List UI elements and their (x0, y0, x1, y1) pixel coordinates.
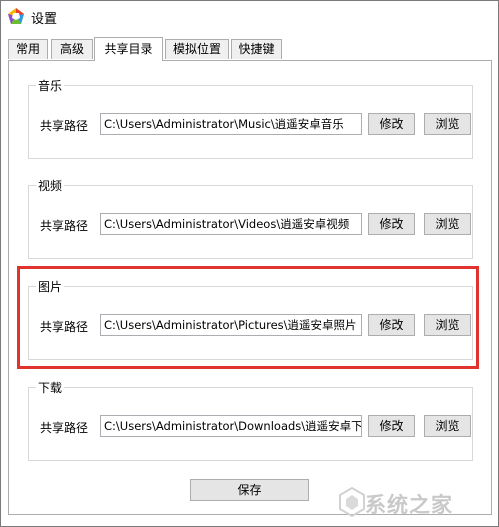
tab-advanced[interactable]: 高级 (51, 39, 93, 59)
tab-shared-directories[interactable]: 共享目录 (94, 37, 163, 61)
settings-window: 设置 常用 高级 共享目录 模拟位置 快捷键 音乐 共享路径 C:\Users\… (0, 0, 499, 527)
group-title-downloads: 下载 (36, 379, 65, 396)
app-logo-icon (8, 8, 24, 24)
title-bar: 设置 (1, 1, 498, 31)
site-watermark: 系统之家 (339, 483, 497, 525)
shared-path-label: 共享路径 (40, 421, 89, 435)
music-group: 音乐 共享路径 C:\Users\Administrator\Music\逍遥安… (28, 77, 473, 159)
videos-browse-button[interactable]: 浏览 (424, 213, 471, 235)
watermark-logo-icon (339, 487, 365, 517)
tab-shortcuts[interactable]: 快捷键 (231, 39, 282, 59)
music-browse-button[interactable]: 浏览 (424, 113, 471, 135)
videos-group: 视频 共享路径 C:\Users\Administrator\Videos\逍遥… (28, 177, 473, 259)
videos-path-input[interactable]: C:\Users\Administrator\Videos\逍遥安卓视频 (100, 213, 362, 235)
window-title: 设置 (31, 12, 58, 27)
tab-general[interactable]: 常用 (8, 39, 48, 59)
tab-simulated-location[interactable]: 模拟位置 (165, 39, 229, 59)
music-path-input[interactable]: C:\Users\Administrator\Music\逍遥安卓音乐 (100, 113, 362, 135)
music-modify-button[interactable]: 修改 (368, 113, 415, 135)
watermark-text: 系统之家 (365, 493, 453, 517)
downloads-modify-button[interactable]: 修改 (368, 415, 415, 437)
downloads-browse-button[interactable]: 浏览 (424, 415, 471, 437)
group-title-music: 音乐 (36, 77, 65, 94)
downloads-path-input[interactable]: C:\Users\Administrator\Downloads\逍遥安卓下载 (100, 415, 362, 437)
videos-modify-button[interactable]: 修改 (368, 213, 415, 235)
save-button[interactable]: 保存 (190, 479, 309, 501)
tab-strip: 常用 高级 共享目录 模拟位置 快捷键 (8, 37, 492, 61)
shared-path-label: 共享路径 (40, 219, 89, 233)
group-title-videos: 视频 (36, 177, 65, 194)
shared-path-label: 共享路径 (40, 119, 89, 133)
downloads-group: 下载 共享路径 C:\Users\Administrator\Downloads… (28, 379, 473, 461)
pictures-highlight-box (17, 266, 479, 369)
